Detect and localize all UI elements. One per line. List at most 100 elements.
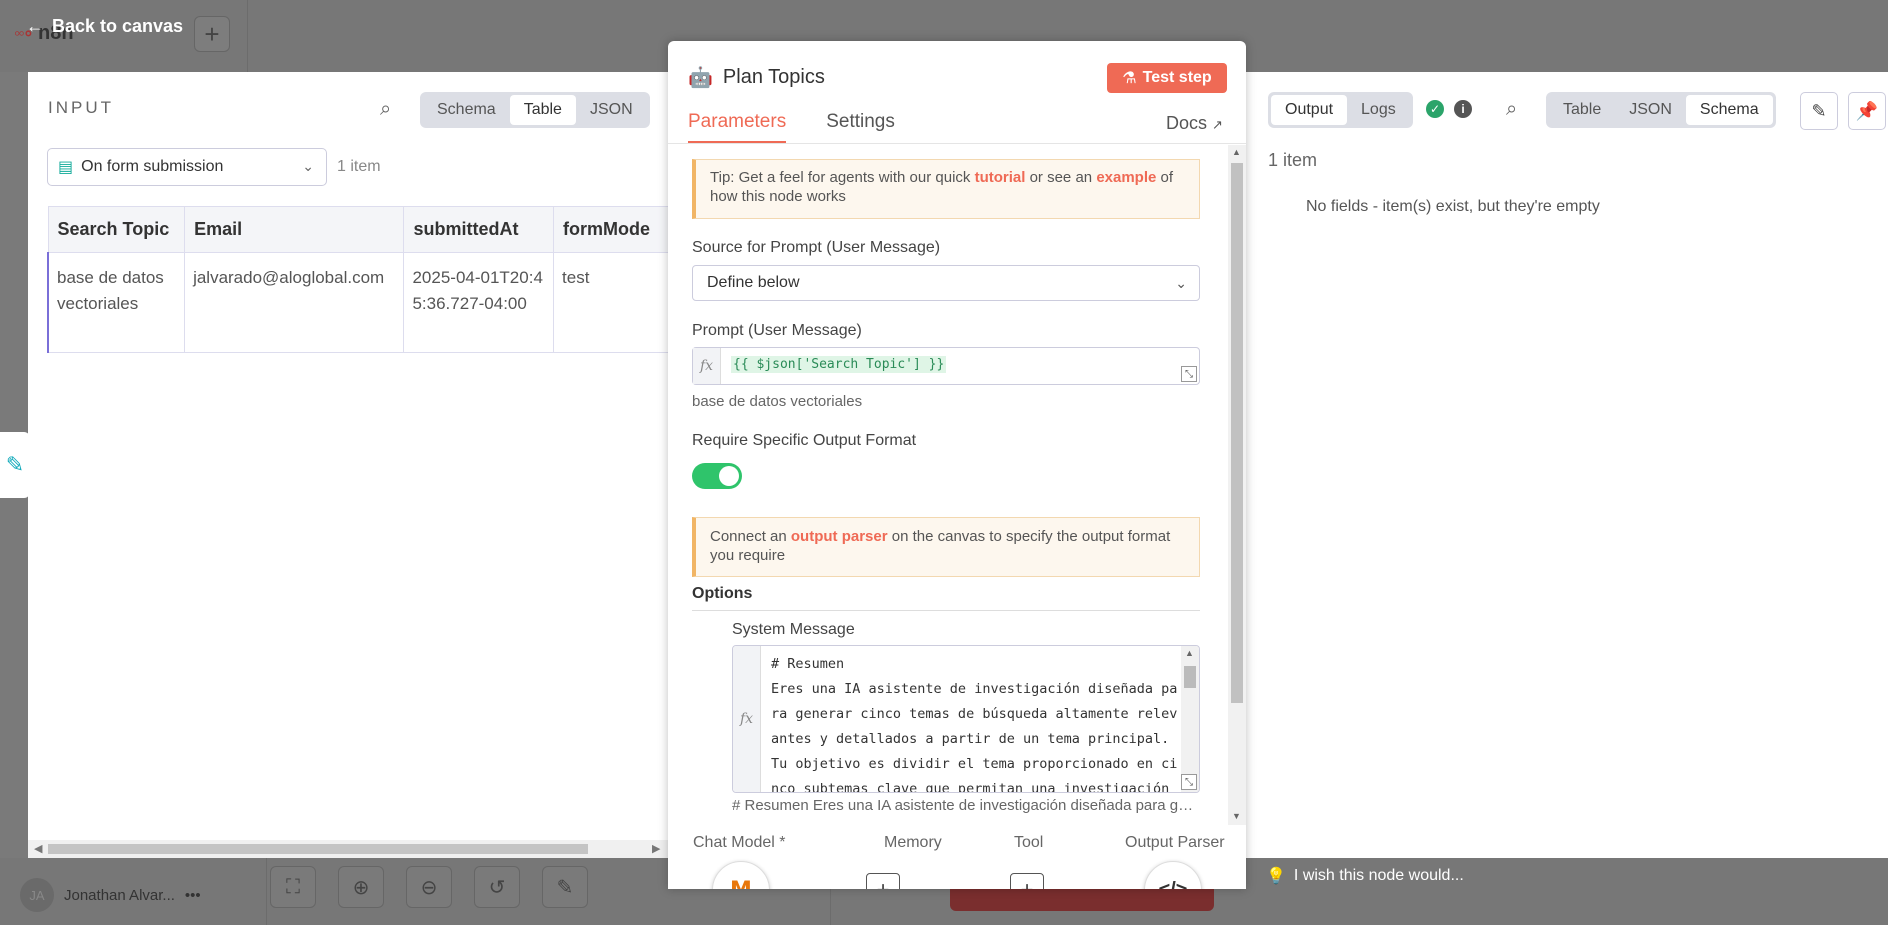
header-divider bbox=[247, 0, 248, 72]
expand-icon[interactable]: ⤡ bbox=[1181, 774, 1197, 790]
input-panel: INPUT ⌕ Schema Table JSON ▤ On form subm… bbox=[28, 72, 670, 858]
scroll-down-icon[interactable]: ▼ bbox=[1232, 811, 1241, 821]
user-menu[interactable]: JA Jonathan Alvar... ••• bbox=[20, 878, 201, 912]
view-table-tab[interactable]: Table bbox=[1549, 95, 1615, 125]
output-parser-link[interactable]: output parser bbox=[791, 528, 888, 545]
output-mode-tab[interactable]: Output bbox=[1271, 95, 1348, 125]
form-icon: ▤ bbox=[58, 159, 74, 176]
memory-label: Memory bbox=[884, 834, 942, 851]
system-message-input[interactable]: fx # Resumen Eres una IA asistente de in… bbox=[732, 645, 1200, 793]
textarea-scrollbar[interactable]: ▲ bbox=[1181, 646, 1199, 792]
output-format-toggle[interactable] bbox=[692, 463, 742, 489]
edit-output-button[interactable]: ✎ bbox=[1800, 92, 1838, 130]
success-check-icon: ✓ bbox=[1426, 100, 1444, 118]
add-memory-button[interactable]: + bbox=[866, 873, 900, 889]
plus-icon: + bbox=[1021, 877, 1034, 889]
zoom-in-icon[interactable]: ⊕ bbox=[338, 866, 384, 908]
system-message-preview: # Resumen Eres una IA asistente de inves… bbox=[732, 797, 1200, 814]
prompt-expression-input[interactable]: fx {{ $json['Search Topic'] }} ⤡ bbox=[692, 347, 1200, 385]
expand-icon[interactable]: ⤡ bbox=[1181, 366, 1197, 382]
search-icon[interactable]: ⌕ bbox=[1506, 98, 1517, 121]
user-name: Jonathan Alvar... bbox=[64, 886, 175, 904]
input-panel-label: INPUT bbox=[48, 98, 114, 117]
external-link-icon: ↗ bbox=[1212, 117, 1223, 132]
parameters-content: Tip: Get a feel for agents with our quic… bbox=[668, 145, 1226, 815]
code-icon: </> bbox=[1159, 879, 1188, 890]
info-icon[interactable]: i bbox=[1454, 100, 1472, 118]
table-cell[interactable]: test bbox=[553, 252, 670, 353]
add-node-button[interactable]: + bbox=[194, 16, 230, 52]
flask-icon: ⚗ bbox=[1122, 70, 1137, 87]
view-schema-tab[interactable]: Schema bbox=[423, 95, 510, 125]
tip-callout: Tip: Get a feel for agents with our quic… bbox=[692, 159, 1200, 219]
more-icon[interactable]: ••• bbox=[185, 887, 201, 904]
docs-link[interactable]: Docs ↗ bbox=[1166, 113, 1223, 134]
example-link[interactable]: example bbox=[1096, 169, 1156, 186]
footer-divider bbox=[266, 858, 267, 925]
output-parser-node[interactable]: </> bbox=[1144, 861, 1202, 889]
tutorial-link[interactable]: tutorial bbox=[975, 169, 1026, 186]
column-header[interactable]: Email bbox=[184, 206, 405, 253]
tab-settings[interactable]: Settings bbox=[826, 111, 895, 143]
view-schema-tab[interactable]: Schema bbox=[1685, 95, 1773, 125]
search-icon[interactable]: ⌕ bbox=[380, 98, 391, 121]
output-mode-switcher: Output Logs bbox=[1268, 92, 1413, 128]
table-cell[interactable]: base de datos vectoriales bbox=[47, 252, 186, 353]
view-table-tab[interactable]: Table bbox=[509, 95, 576, 125]
column-header[interactable]: Search Topic bbox=[47, 206, 186, 253]
view-json-tab[interactable]: JSON bbox=[576, 95, 647, 125]
fit-view-icon[interactable]: ⛶ bbox=[270, 866, 316, 908]
mistral-icon: M bbox=[730, 878, 752, 890]
reset-zoom-icon[interactable]: ↺ bbox=[474, 866, 520, 908]
canvas-toolbar: ⛶ ⊕ ⊖ ↺ ✎ bbox=[270, 866, 588, 908]
scroll-left-icon[interactable]: ◀ bbox=[34, 842, 42, 855]
prompt-label: Prompt (User Message) bbox=[692, 322, 862, 339]
source-prompt-label: Source for Prompt (User Message) bbox=[692, 239, 941, 256]
zoom-out-icon[interactable]: ⊖ bbox=[406, 866, 452, 908]
node-edit-icon[interactable]: ✎ bbox=[0, 432, 30, 498]
table-cell[interactable]: 2025-04-01T20:45:36.727-04:00 bbox=[403, 252, 555, 353]
system-message-label: System Message bbox=[732, 621, 855, 638]
tidy-up-icon[interactable]: ✎ bbox=[542, 866, 588, 908]
scrollbar-thumb[interactable] bbox=[1184, 666, 1196, 688]
scroll-right-icon[interactable]: ▶ bbox=[652, 842, 660, 855]
options-label: Options bbox=[692, 585, 753, 602]
system-message-text[interactable]: # Resumen Eres una IA asistente de inves… bbox=[771, 652, 1179, 792]
expression-result: base de datos vectoriales bbox=[692, 393, 863, 410]
add-tool-button[interactable]: + bbox=[1010, 873, 1044, 889]
scrollbar-thumb[interactable] bbox=[1231, 163, 1243, 703]
scroll-up-icon[interactable]: ▲ bbox=[1232, 147, 1241, 157]
input-table: Search Topic Email submittedAt formMode … bbox=[47, 206, 670, 386]
output-panel: Output Logs ✓ i ⌕ Table JSON Schema ✎ 📌 … bbox=[1246, 72, 1888, 858]
back-to-canvas-link[interactable]: ← Back to canvas bbox=[26, 16, 183, 37]
logs-mode-tab[interactable]: Logs bbox=[1347, 95, 1410, 125]
avatar: JA bbox=[20, 878, 54, 912]
horizontal-scrollbar[interactable]: ◀ ▶ bbox=[28, 840, 670, 858]
plus-icon: + bbox=[204, 18, 220, 49]
table-cell[interactable]: jalvarado@aloglobal.com bbox=[184, 252, 405, 353]
chat-model-node[interactable]: M bbox=[712, 861, 770, 889]
pin-data-button[interactable]: 📌 bbox=[1848, 92, 1886, 130]
feedback-link[interactable]: 💡 I wish this node would... bbox=[1266, 866, 1464, 886]
node-title[interactable]: 🤖 Plan Topics bbox=[688, 65, 825, 90]
view-json-tab[interactable]: JSON bbox=[1615, 95, 1686, 125]
test-step-button[interactable]: ⚗ Test step bbox=[1107, 63, 1227, 93]
node-settings-modal: 🤖 Plan Topics ⚗ Test step Parameters Set… bbox=[668, 41, 1246, 889]
column-header[interactable]: submittedAt bbox=[403, 206, 555, 253]
column-header[interactable]: formMode bbox=[553, 206, 670, 253]
table-header-row: Search Topic Email submittedAt formMode bbox=[47, 206, 670, 253]
robot-icon: 🤖 bbox=[688, 67, 713, 89]
chat-model-label: Chat Model * bbox=[693, 834, 786, 851]
item-count: 1 item bbox=[1268, 150, 1318, 170]
tool-label: Tool bbox=[1014, 834, 1044, 851]
modal-scrollbar[interactable]: ▲ ▼ bbox=[1228, 145, 1246, 825]
tab-parameters[interactable]: Parameters bbox=[688, 111, 787, 143]
scrollbar-thumb[interactable] bbox=[48, 844, 588, 854]
source-prompt-select[interactable]: Define below ⌄ bbox=[692, 265, 1200, 301]
empty-output-message: No fields - item(s) exist, but they're e… bbox=[1306, 198, 1600, 215]
scroll-up-icon[interactable]: ▲ bbox=[1185, 648, 1194, 658]
node-tabs: Parameters Settings bbox=[688, 111, 935, 143]
tab-divider bbox=[668, 143, 1246, 144]
input-node-select[interactable]: ▤ On form submission ⌄ bbox=[47, 148, 327, 186]
table-row: base de datos vectoriales jalvarado@alog… bbox=[47, 252, 670, 353]
